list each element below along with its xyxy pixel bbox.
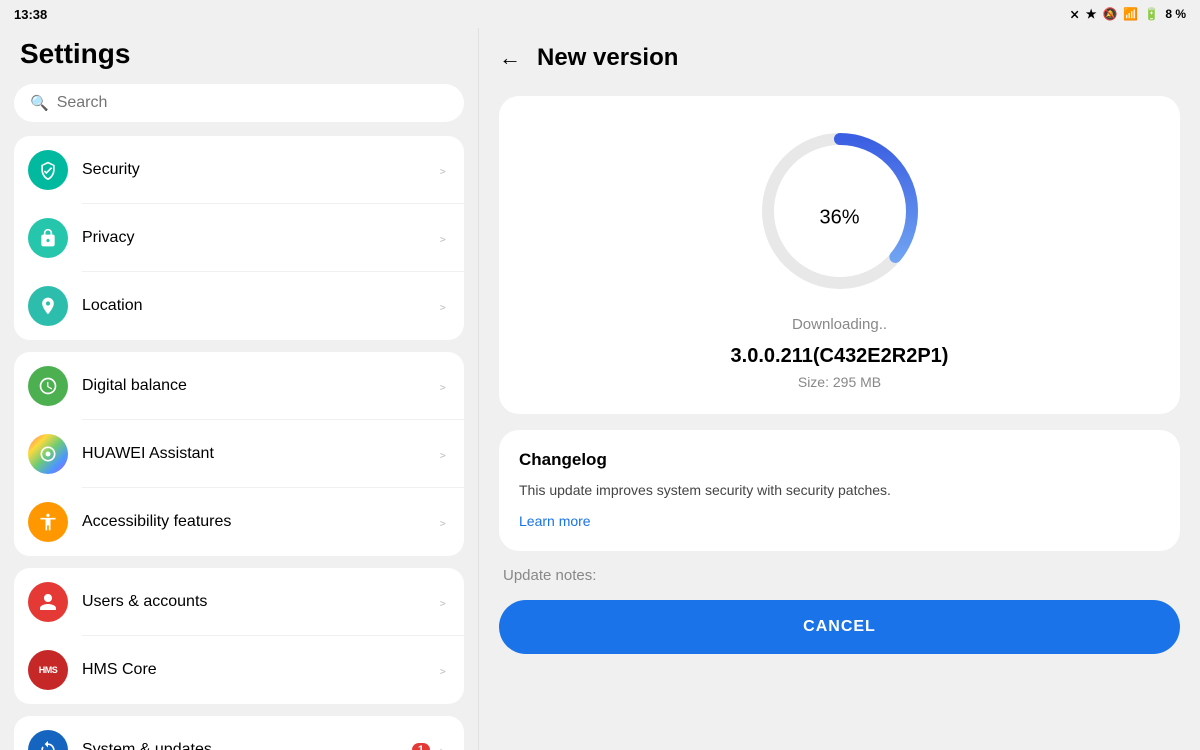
security-icon: [28, 150, 68, 190]
users-accounts-label: Users & accounts: [82, 593, 436, 611]
huawei-assistant-icon: [28, 434, 68, 474]
hms-core-icon: HMS: [28, 650, 68, 690]
sidebar-item-hms-core[interactable]: HMS HMS Core ﹥: [14, 636, 464, 704]
search-input[interactable]: [57, 94, 448, 112]
system-updates-badge: 1: [412, 743, 430, 750]
back-button[interactable]: ←: [499, 45, 521, 71]
search-bar[interactable]: 🔍: [14, 84, 464, 122]
system-updates-icon: [28, 730, 68, 750]
settings-group-4: System & updates 1 ﹥: [14, 716, 464, 750]
privacy-icon: [28, 218, 68, 258]
settings-group-1: Security ﹥ Privacy ﹥ Location ﹥: [14, 136, 464, 340]
right-title: New version: [537, 44, 678, 72]
hms-core-chevron: ﹥: [436, 660, 450, 680]
wifi-icon: 📶: [1123, 7, 1138, 21]
accessibility-icon: [28, 502, 68, 542]
accessibility-label: Accessibility features: [82, 513, 436, 531]
battery-icon: 🔋: [1144, 7, 1159, 21]
progress-percent: 36%: [819, 189, 859, 234]
downloading-text: Downloading..: [792, 316, 887, 333]
accessibility-chevron: ﹥: [436, 512, 450, 532]
size-text: Size: 295 MB: [798, 374, 881, 390]
changelog-text: This update improves system security wit…: [519, 480, 1160, 501]
system-updates-chevron: ﹥: [436, 740, 450, 750]
right-panel: ← New version: [479, 28, 1200, 750]
update-notes-label: Update notes:: [499, 567, 1180, 584]
security-chevron: ﹥: [436, 160, 450, 180]
digital-balance-label: Digital balance: [82, 377, 436, 395]
sidebar-item-security[interactable]: Security ﹥: [14, 136, 464, 204]
cancel-button[interactable]: CANCEL: [499, 600, 1180, 654]
percent-symbol: %: [842, 207, 860, 229]
sidebar-item-huawei-assistant[interactable]: HUAWEI Assistant ﹥: [14, 420, 464, 488]
digital-balance-icon: [28, 366, 68, 406]
sidebar-item-accessibility[interactable]: Accessibility features ﹥: [14, 488, 464, 556]
privacy-label: Privacy: [82, 229, 436, 247]
users-accounts-icon: [28, 582, 68, 622]
security-label: Security: [82, 161, 436, 179]
main-layout: Settings 🔍 Security ﹥ Privacy ﹥: [0, 28, 1200, 750]
settings-title: Settings: [14, 38, 464, 70]
sidebar-item-users-accounts[interactable]: Users & accounts ﹥: [14, 568, 464, 636]
location-icon: [28, 286, 68, 326]
status-bar: 13:38 ⨯︎ ★ 🔕 📶 🔋 8 %: [0, 0, 1200, 28]
sidebar-item-system-updates[interactable]: System & updates 1 ﹥: [14, 716, 464, 750]
sidebar-item-privacy[interactable]: Privacy ﹥: [14, 204, 464, 272]
changelog-title: Changelog: [519, 450, 1160, 470]
users-accounts-chevron: ﹥: [436, 592, 450, 612]
location-label: Location: [82, 297, 436, 315]
silent-icon: 🔕: [1102, 7, 1117, 21]
status-icons: ⨯︎ ★ 🔕 📶 🔋 8 %: [1070, 7, 1186, 21]
huawei-assistant-label: HUAWEI Assistant: [82, 445, 436, 463]
huawei-assistant-chevron: ﹥: [436, 444, 450, 464]
system-updates-label: System & updates: [82, 741, 412, 750]
bluetooth-icon: ★: [1086, 7, 1097, 21]
sidebar-item-digital-balance[interactable]: Digital balance ﹥: [14, 352, 464, 420]
status-time: 13:38: [14, 7, 47, 22]
sidebar-item-location[interactable]: Location ﹥: [14, 272, 464, 340]
changelog-section: Changelog This update improves system se…: [499, 430, 1180, 551]
bluetooth-icon: ⨯︎: [1070, 7, 1080, 21]
search-icon: 🔍: [30, 94, 49, 112]
location-chevron: ﹥: [436, 296, 450, 316]
right-header: ← New version: [499, 44, 1180, 72]
learn-more-link[interactable]: Learn more: [519, 513, 591, 529]
progress-circle: 36%: [755, 126, 925, 296]
settings-group-2: Digital balance ﹥ HUAWEI Assistant ﹥ Acc…: [14, 352, 464, 556]
privacy-chevron: ﹥: [436, 228, 450, 248]
settings-group-3: Users & accounts ﹥ HMS HMS Core ﹥: [14, 568, 464, 704]
progress-section: 36% Downloading.. 3.0.0.211(C432E2R2P1) …: [499, 96, 1180, 414]
digital-balance-chevron: ﹥: [436, 376, 450, 396]
version-text: 3.0.0.211(C432E2R2P1): [731, 345, 949, 368]
left-panel: Settings 🔍 Security ﹥ Privacy ﹥: [0, 28, 478, 750]
hms-core-label: HMS Core: [82, 661, 436, 679]
battery-percent: 8 %: [1165, 7, 1186, 21]
